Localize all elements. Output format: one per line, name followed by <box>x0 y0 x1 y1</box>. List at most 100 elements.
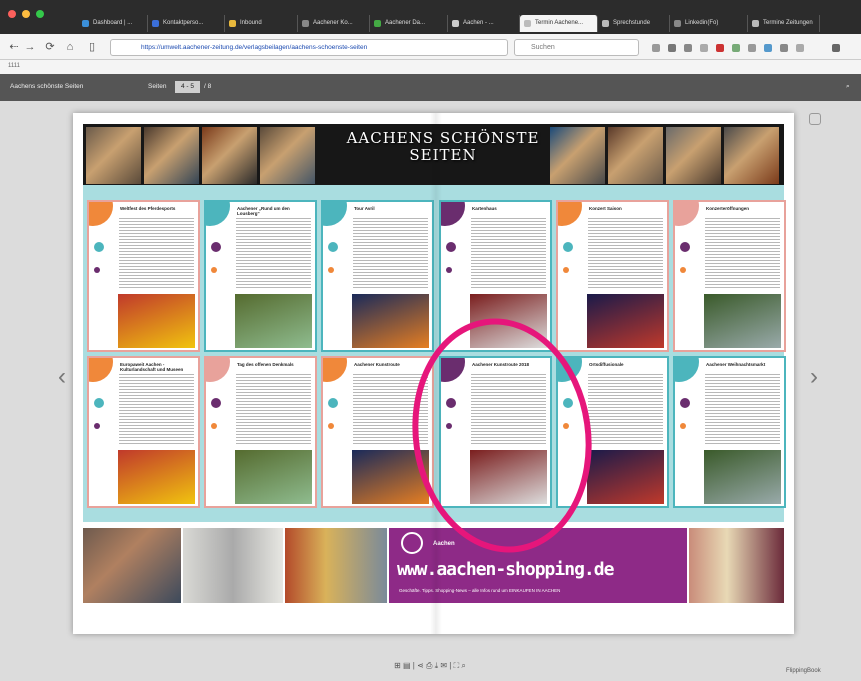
card-dot-large <box>211 398 221 408</box>
card-body-text <box>236 374 311 446</box>
card-body-text <box>353 218 428 290</box>
minimize-window-icon[interactable] <box>22 10 30 18</box>
browser-tab[interactable]: Termine Zeitungen <box>748 15 820 32</box>
card-photo <box>704 294 781 348</box>
card-corner-badge <box>206 202 230 226</box>
tab-label: Kontaktperso... <box>163 20 204 26</box>
flippingbook-logo[interactable]: FlippingBook <box>786 668 821 674</box>
extension-icon[interactable] <box>732 44 740 52</box>
url-field[interactable]: https://umwelt.aachener-zeitung.de/verla… <box>110 39 508 56</box>
maximize-window-icon[interactable] <box>36 10 44 18</box>
browser-tab[interactable]: Sprechstunde <box>598 15 670 32</box>
card-body-text <box>705 374 780 446</box>
header-photo <box>86 127 141 184</box>
browser-tab[interactable]: Aachen - ... <box>448 15 520 32</box>
article-card[interactable]: Europaweit Aachen - Kulturlandschaft und… <box>87 356 200 508</box>
card-photo <box>587 294 664 348</box>
tab-favicon-icon <box>229 20 236 27</box>
search-icon[interactable]: ⌕ <box>846 83 850 91</box>
article-card[interactable]: Tour Avril <box>321 200 434 352</box>
header-photo <box>144 127 199 184</box>
card-title: Aachener Kunstroute <box>354 362 400 367</box>
article-card[interactable]: Aachener „Rund um den Lousberg“ <box>204 200 317 352</box>
article-card[interactable]: Konzert Saison <box>556 200 669 352</box>
card-dot-small <box>680 423 686 429</box>
menu-icon[interactable] <box>832 44 840 52</box>
card-title: Tag des offenen Denkmals <box>237 362 294 367</box>
browser-tab[interactable]: Dashboard | ... <box>78 15 148 32</box>
browser-tab[interactable]: Inbound <box>225 15 298 32</box>
card-body-text <box>588 374 663 446</box>
tab-favicon-icon <box>82 20 89 27</box>
card-dot-large <box>94 242 104 252</box>
card-dot-large <box>94 398 104 408</box>
tab-favicon-icon <box>302 20 309 27</box>
card-dot-small <box>680 267 686 273</box>
close-window-icon[interactable] <box>8 10 16 18</box>
card-dot-small <box>328 267 334 273</box>
ad-tagline: Geschäfte. Tipps. Shopping-News – alle I… <box>399 588 561 593</box>
card-dot-small <box>211 267 217 273</box>
browser-tab[interactable]: Kontaktperso... <box>148 15 225 32</box>
browser-tab[interactable]: Aachener Da... <box>370 15 448 32</box>
header-photo <box>260 127 315 184</box>
bookmarks-bar: 1111 <box>0 60 861 74</box>
card-dot-small <box>94 423 100 429</box>
header-photo <box>550 127 605 184</box>
card-body-text <box>471 218 546 290</box>
card-title: Aachener „Rund um den Lousberg“ <box>237 206 290 216</box>
search-field[interactable]: Suchen <box>514 39 639 56</box>
forward-icon[interactable]: → <box>22 39 38 55</box>
card-photo <box>704 450 781 504</box>
extension-icon[interactable] <box>748 44 756 52</box>
card-title: Konzerteröffnungen <box>706 206 749 211</box>
previous-page-arrow[interactable]: ‹ <box>58 363 66 391</box>
extension-icon[interactable] <box>668 44 676 52</box>
back-icon[interactable]: ⇠ <box>6 39 22 55</box>
extension-icon[interactable] <box>780 44 788 52</box>
publication-title: Aachens schönste Seiten <box>10 83 84 90</box>
page-number-input[interactable]: 4 - 5 <box>175 81 200 93</box>
ad-photo-display <box>285 528 387 603</box>
article-card[interactable]: Weltfest des Pferdesports <box>87 200 200 352</box>
extension-icon[interactable] <box>796 44 804 52</box>
next-page-arrow[interactable]: › <box>810 363 818 391</box>
browser-tab[interactable]: Termin Aachene... <box>520 15 598 32</box>
article-card[interactable]: Aachener Weihnachtsmarkt <box>673 356 786 508</box>
card-title: Ortsdiffusionale <box>589 362 624 367</box>
tab-label: Aachen - ... <box>463 20 494 26</box>
page-total: / 8 <box>204 83 212 90</box>
card-corner-badge <box>323 358 347 382</box>
browser-tab[interactable]: Linkedin(Fo) <box>670 15 748 32</box>
card-title: Tour Avril <box>354 206 375 211</box>
card-dot-large <box>328 398 338 408</box>
article-card[interactable]: Tag des offenen Denkmals <box>204 356 317 508</box>
card-dot-large <box>563 242 573 252</box>
extension-icon[interactable] <box>716 44 724 52</box>
card-dot-large <box>680 242 690 252</box>
card-dot-small <box>328 423 334 429</box>
card-title: Aachener Weihnachtsmarkt <box>706 362 766 367</box>
article-card[interactable]: Konzerteröffnungen <box>673 200 786 352</box>
fullscreen-icon[interactable] <box>809 113 821 125</box>
sidebar-icon[interactable]: ▯ <box>84 39 100 55</box>
card-photo <box>587 450 664 504</box>
home-icon[interactable]: ⌂ <box>62 39 78 55</box>
extension-icon[interactable] <box>700 44 708 52</box>
extension-icon[interactable] <box>652 44 660 52</box>
card-photo <box>235 450 312 504</box>
extension-icon[interactable] <box>764 44 772 52</box>
extension-icon[interactable] <box>684 44 692 52</box>
ad-photo-shop-window <box>183 528 283 603</box>
card-photo <box>235 294 312 348</box>
card-dot-small <box>94 267 100 273</box>
tab-label: Aachener Ko... <box>313 20 353 26</box>
browser-tab[interactable]: Aachener Ko... <box>298 15 370 32</box>
card-dot-small <box>211 423 217 429</box>
card-corner-badge <box>206 358 230 382</box>
card-body-text <box>119 218 194 290</box>
card-dot-large <box>211 242 221 252</box>
bottom-toolbar[interactable]: ⊞ ▤ | ⋖ ⎙ ⤓ ✉ | ⛶ ⌕ <box>330 661 530 677</box>
reload-icon[interactable]: ⟳ <box>42 39 58 55</box>
header-photo <box>724 127 779 184</box>
